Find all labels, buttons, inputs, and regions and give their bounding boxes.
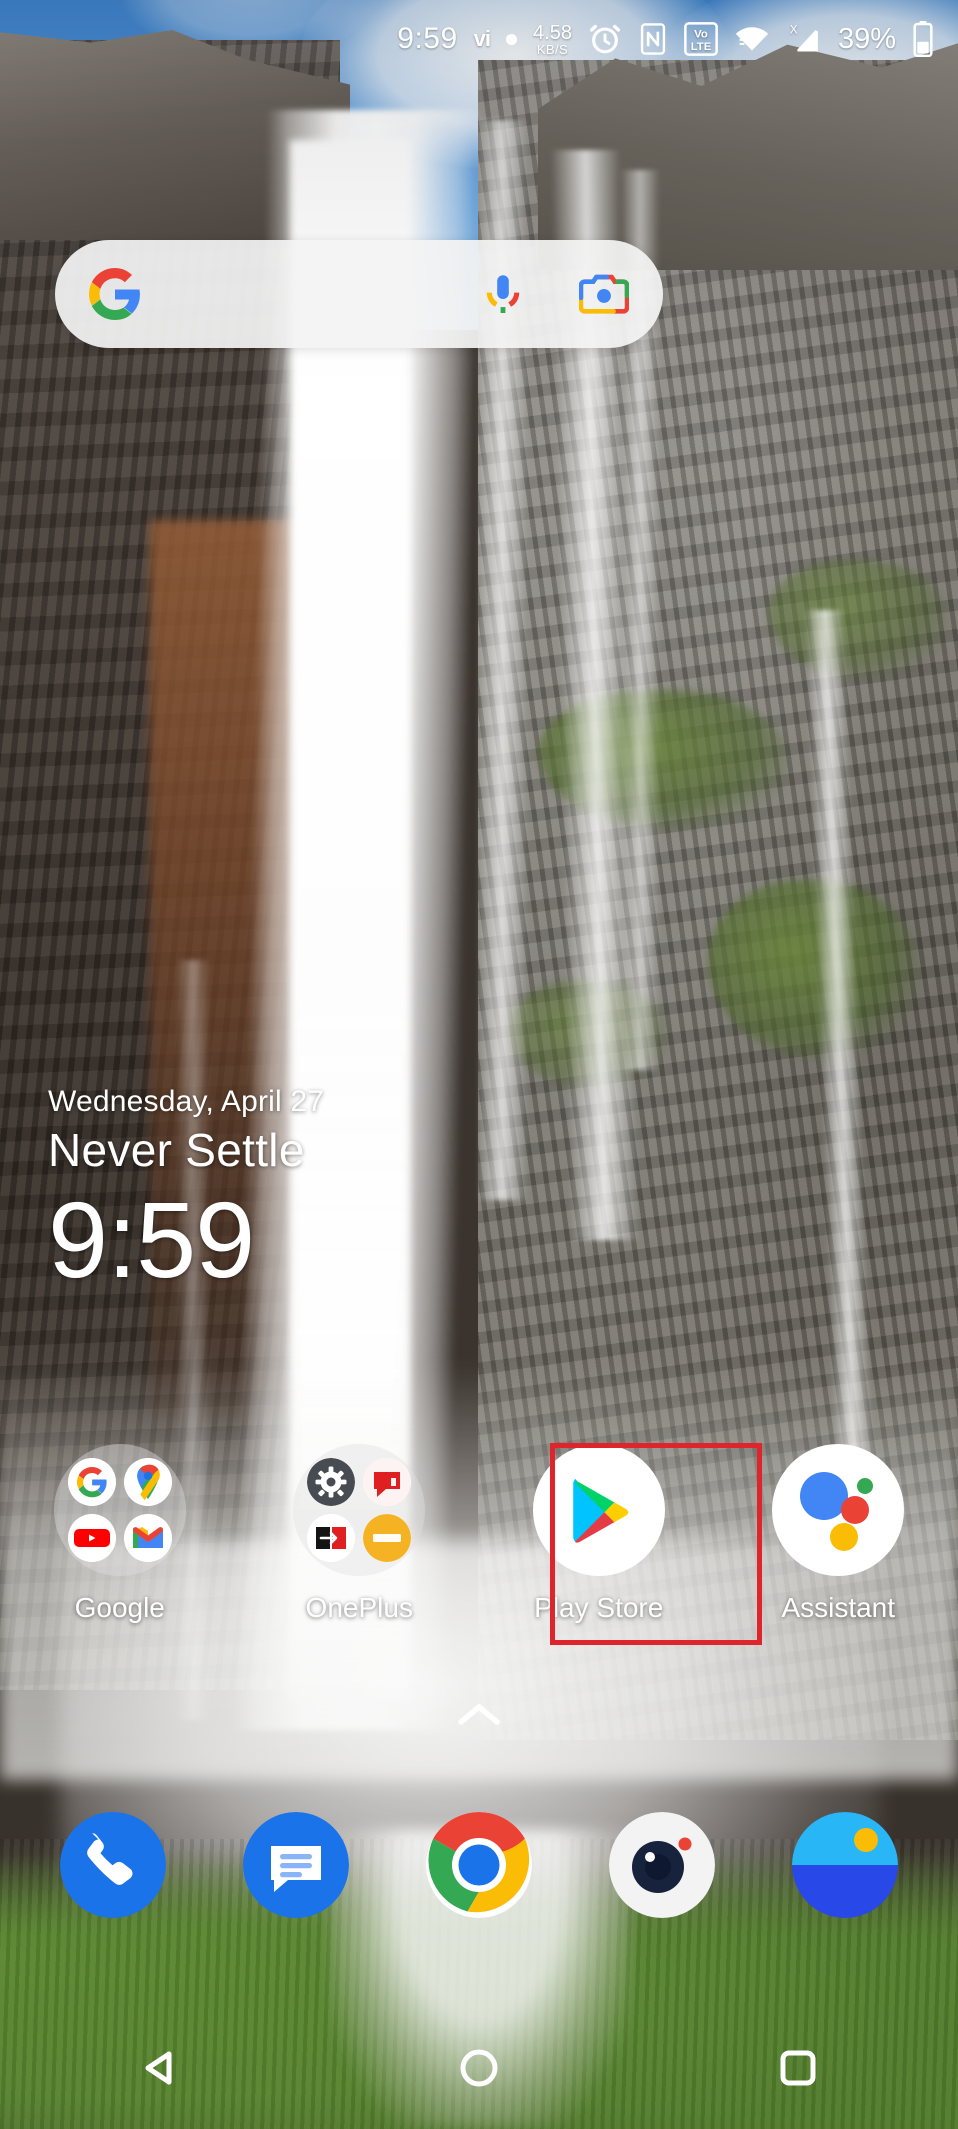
clock-widget[interactable]: Wednesday, April 27 Never Settle 9:59 (48, 1085, 608, 1296)
chrome-icon[interactable] (425, 1812, 532, 1918)
mini-icon-switch (307, 1514, 356, 1562)
app-drawer-handle[interactable] (0, 1700, 958, 1735)
svg-text:X: X (790, 23, 798, 36)
android-home-screen: 9:59 vi 4.58 KB/S Vo LTE X 39% Wednesday… (0, 0, 958, 2129)
play-store-icon[interactable] (532, 1444, 665, 1576)
alarm-clock-icon (588, 22, 622, 56)
google-search-bar[interactable] (55, 240, 663, 348)
app-folder-oneplus[interactable]: OnePlus (240, 1444, 480, 1624)
messages-icon[interactable] (243, 1812, 350, 1918)
search-input[interactable] (141, 240, 479, 348)
svg-text:Vo: Vo (694, 28, 708, 40)
widget-time: 9:59 (48, 1179, 255, 1300)
app-label-google: Google (74, 1592, 165, 1623)
app-folder-google[interactable]: Google (0, 1444, 240, 1624)
app-play-store[interactable]: Play Store (479, 1444, 719, 1624)
dot-indicator-icon (506, 33, 518, 45)
network-speed-indicator: 4.58 KB/S (533, 23, 572, 56)
recents-button[interactable] (738, 2011, 858, 2129)
google-g-logo (89, 268, 141, 320)
mini-icon-youtube (67, 1514, 116, 1562)
app-assistant[interactable]: Assistant (719, 1444, 958, 1624)
mini-icon-gmail (123, 1514, 172, 1562)
chevron-up-icon[interactable] (457, 1700, 501, 1735)
microphone-icon[interactable] (479, 270, 527, 318)
mini-icon-maps (123, 1458, 172, 1506)
network-speed-unit: KB/S (536, 41, 569, 57)
google-assistant-icon[interactable] (772, 1444, 905, 1576)
nfc-icon (638, 22, 668, 56)
google-lens-camera-icon[interactable] (579, 269, 629, 319)
navigation-bar (0, 2011, 958, 2129)
battery-percent-label: 39% (837, 22, 896, 55)
status-bar[interactable]: 9:59 vi 4.58 KB/S Vo LTE X 39% (0, 0, 958, 78)
folder-oneplus-icon[interactable] (293, 1444, 426, 1576)
home-button[interactable] (419, 2011, 539, 2129)
volte-icon: Vo LTE (684, 22, 718, 56)
back-triangle-icon[interactable] (137, 2045, 183, 2096)
folder-google-icon[interactable] (53, 1444, 186, 1576)
camera-icon[interactable] (608, 1812, 715, 1918)
cellular-signal-icon: X (786, 22, 822, 56)
home-circle-icon[interactable] (457, 2046, 501, 2095)
status-bar-clock: 9:59 (397, 22, 458, 55)
wifi-icon (734, 24, 770, 54)
app-label-play-store: Play Store (534, 1592, 664, 1623)
phone-icon[interactable] (60, 1812, 167, 1918)
mini-icon-google (67, 1458, 116, 1506)
network-speed-value: 4.58 (533, 21, 572, 44)
app-label-oneplus: OnePlus (305, 1592, 413, 1623)
recents-square-icon[interactable] (776, 2046, 820, 2095)
vi-carrier-icon: vi (473, 26, 491, 51)
app-label-assistant: Assistant (781, 1592, 896, 1623)
app-grid: Google OnePlus Play Store Assistant (0, 1444, 958, 1624)
back-button[interactable] (100, 2011, 220, 2129)
weather-icon[interactable] (791, 1812, 898, 1918)
battery-icon (912, 21, 934, 57)
dock (0, 1812, 958, 1918)
widget-date: Wednesday, April 27 (48, 1085, 325, 1118)
mini-icon-community (363, 1458, 412, 1506)
mini-icon-settings (307, 1458, 356, 1506)
widget-tagline: Never Settle (48, 1124, 305, 1176)
svg-text:LTE: LTE (691, 41, 712, 53)
mini-icon-notes (363, 1514, 412, 1562)
